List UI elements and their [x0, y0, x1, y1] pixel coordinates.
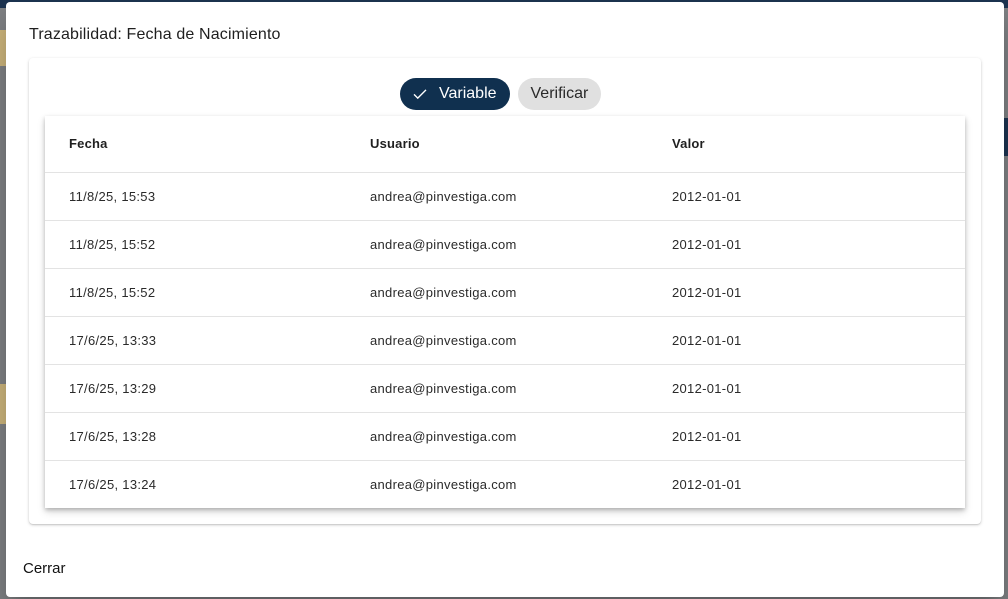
table-row: 17/6/25, 13:33 andrea@pinvestiga.com 201… — [45, 316, 965, 365]
history-table-container: Fecha Usuario Valor 11/8/25, 15:53 andre… — [45, 116, 965, 508]
cell-fecha: 11/8/25, 15:52 — [45, 268, 370, 317]
toggle-variable-label: Variable — [439, 85, 497, 102]
column-header-valor[interactable]: Valor — [672, 116, 965, 173]
cell-usuario: andrea@pinvestiga.com — [370, 268, 672, 317]
toggle-variable-chip[interactable]: Variable — [400, 78, 510, 110]
cell-fecha: 17/6/25, 13:33 — [45, 316, 370, 365]
table-row: 11/8/25, 15:53 andrea@pinvestiga.com 201… — [45, 172, 965, 221]
view-toggle-group: Variable Verificar — [400, 78, 602, 110]
table-header-row: Fecha Usuario Valor — [45, 116, 965, 173]
cell-usuario: andrea@pinvestiga.com — [370, 316, 672, 365]
dialog-title: Trazabilidad: Fecha de Nacimiento — [29, 26, 281, 43]
column-header-usuario[interactable]: Usuario — [370, 116, 672, 173]
table-row: 17/6/25, 13:28 andrea@pinvestiga.com 201… — [45, 412, 965, 461]
cell-fecha: 11/8/25, 15:52 — [45, 220, 370, 269]
cell-fecha: 17/6/25, 13:24 — [69, 476, 157, 492]
cell-usuario: andrea@pinvestiga.com — [370, 476, 517, 492]
close-button[interactable]: Cerrar — [23, 560, 66, 577]
traceability-card: Variable Verificar Fecha Usuario Valor 1… — [29, 58, 981, 524]
traceability-dialog: Trazabilidad: Fecha de Nacimiento Variab… — [6, 2, 1004, 597]
cell-valor: 2012-01-01 — [672, 172, 965, 221]
cell-valor: 2012-01-01 — [672, 268, 965, 317]
cell-valor: 2012-01-01 — [672, 476, 742, 492]
cell-valor: 2012-01-01 — [672, 412, 965, 461]
table-row: 11/8/25, 15:52 andrea@pinvestiga.com 201… — [45, 220, 965, 269]
cell-usuario: andrea@pinvestiga.com — [370, 412, 672, 461]
cell-valor: 2012-01-01 — [672, 220, 965, 269]
cell-usuario: andrea@pinvestiga.com — [370, 364, 672, 413]
cell-fecha: 11/8/25, 15:53 — [45, 172, 370, 221]
cell-valor: 2012-01-01 — [672, 364, 965, 413]
cell-usuario: andrea@pinvestiga.com — [370, 172, 672, 221]
cell-fecha: 17/6/25, 13:28 — [45, 412, 370, 461]
history-table: Fecha Usuario Valor 11/8/25, 15:53 andre… — [45, 116, 965, 508]
toggle-verificar-label: Verificar — [530, 85, 589, 102]
cell-fecha: 17/6/25, 13:29 — [45, 364, 370, 413]
toggle-verificar-chip[interactable]: Verificar — [517, 78, 602, 110]
table-row: 17/6/25, 13:24 andrea@pinvestiga.com 201… — [45, 460, 965, 508]
column-header-fecha[interactable]: Fecha — [45, 116, 370, 173]
check-icon — [411, 85, 429, 103]
cell-usuario: andrea@pinvestiga.com — [370, 220, 672, 269]
table-row: 11/8/25, 15:52 andrea@pinvestiga.com 201… — [45, 268, 965, 317]
cell-valor: 2012-01-01 — [672, 316, 965, 365]
table-row: 17/6/25, 13:29 andrea@pinvestiga.com 201… — [45, 364, 965, 413]
